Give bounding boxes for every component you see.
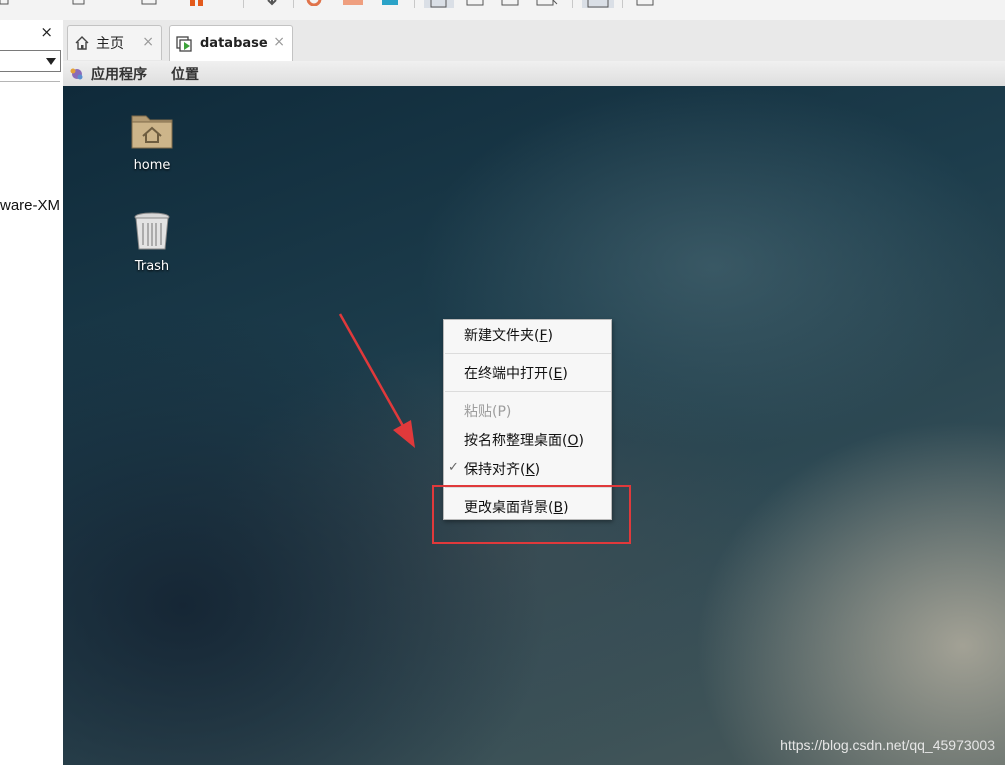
- tab-database-close-icon[interactable]: ×: [273, 34, 285, 50]
- tab-home-close-icon[interactable]: ×: [142, 34, 154, 50]
- send-keys-icon[interactable]: [265, 0, 279, 6]
- toolbar-separator: [293, 0, 294, 8]
- desktop-icon-home-label: home: [133, 158, 171, 173]
- home-icon: [75, 36, 89, 50]
- library-item-vm[interactable]: ware-XM: [0, 197, 62, 214]
- chevron-down-icon[interactable]: [46, 58, 56, 65]
- toolbar-separator: [243, 0, 244, 8]
- view-fullscreen-icon[interactable]: [465, 0, 487, 6]
- library-item-label: ware-XM: [0, 197, 61, 214]
- vm-icon[interactable]: [0, 0, 10, 6]
- tab-bar: 主页 × database ×: [63, 20, 1005, 62]
- applications-icon: [70, 68, 83, 80]
- library-search-field[interactable]: [0, 50, 61, 72]
- desktop-icon-home[interactable]: home: [112, 108, 192, 173]
- power-icon[interactable]: [72, 0, 86, 6]
- menu-applications[interactable]: 应用程序: [91, 64, 147, 84]
- library-panel: × ware-XM: [0, 20, 64, 765]
- menu-separator: [445, 391, 611, 392]
- desktop-icon-trash-label: Trash: [134, 259, 170, 274]
- guest-menu-bar: 应用程序 位置: [63, 61, 1005, 87]
- toolbar-separator: [572, 0, 573, 8]
- watermark-text: https://blog.csdn.net/qq_45973003: [780, 737, 995, 753]
- library-divider: [0, 81, 60, 82]
- snapshot-icon[interactable]: [141, 0, 159, 6]
- annotation-highlight-box: [432, 485, 631, 544]
- vm-running-icon: [176, 35, 192, 52]
- view-normal-icon[interactable]: [424, 0, 454, 8]
- take-snapshot-icon[interactable]: [343, 0, 367, 6]
- trash-icon: [134, 212, 170, 250]
- tab-home-label: 主页: [96, 36, 124, 52]
- menu-item-arrange-by-name[interactable]: 按名称整理桌面(O): [464, 430, 584, 450]
- guest-desktop[interactable]: home Trash 新建文件夹(F) 在终端中打开(E) 粘贴(P) 按名称整…: [63, 86, 1005, 765]
- tab-database[interactable]: database ×: [169, 25, 293, 61]
- toolbar-separator: [414, 0, 415, 8]
- manage-snapshot-icon[interactable]: [380, 0, 402, 6]
- view-unity-icon[interactable]: [500, 0, 522, 6]
- library-close-button[interactable]: ×: [40, 24, 53, 40]
- view-stretch-icon[interactable]: [535, 0, 559, 6]
- toolbar-separator: [622, 0, 623, 8]
- revert-icon[interactable]: [305, 0, 325, 6]
- annotation-arrow: [338, 313, 415, 448]
- check-mark-icon: ✓: [448, 460, 459, 475]
- menu-separator: [445, 353, 611, 354]
- console-icon[interactable]: [582, 0, 614, 8]
- home-folder-icon: [131, 115, 173, 149]
- menu-places[interactable]: 位置: [171, 64, 199, 84]
- suspend-icon[interactable]: [188, 0, 210, 6]
- tab-database-label: database: [200, 36, 268, 51]
- menu-item-open-terminal[interactable]: 在终端中打开(E): [464, 363, 568, 383]
- menu-item-new-folder[interactable]: 新建文件夹(F): [464, 325, 553, 345]
- menu-item-paste: 粘贴(P): [464, 404, 512, 420]
- vm-toolbar: [0, 0, 1005, 20]
- tab-home[interactable]: 主页 ×: [67, 25, 162, 60]
- menu-item-keep-aligned[interactable]: 保持对齐(K): [464, 459, 540, 479]
- help-icon[interactable]: [635, 0, 657, 6]
- desktop-icon-trash[interactable]: Trash: [112, 209, 192, 274]
